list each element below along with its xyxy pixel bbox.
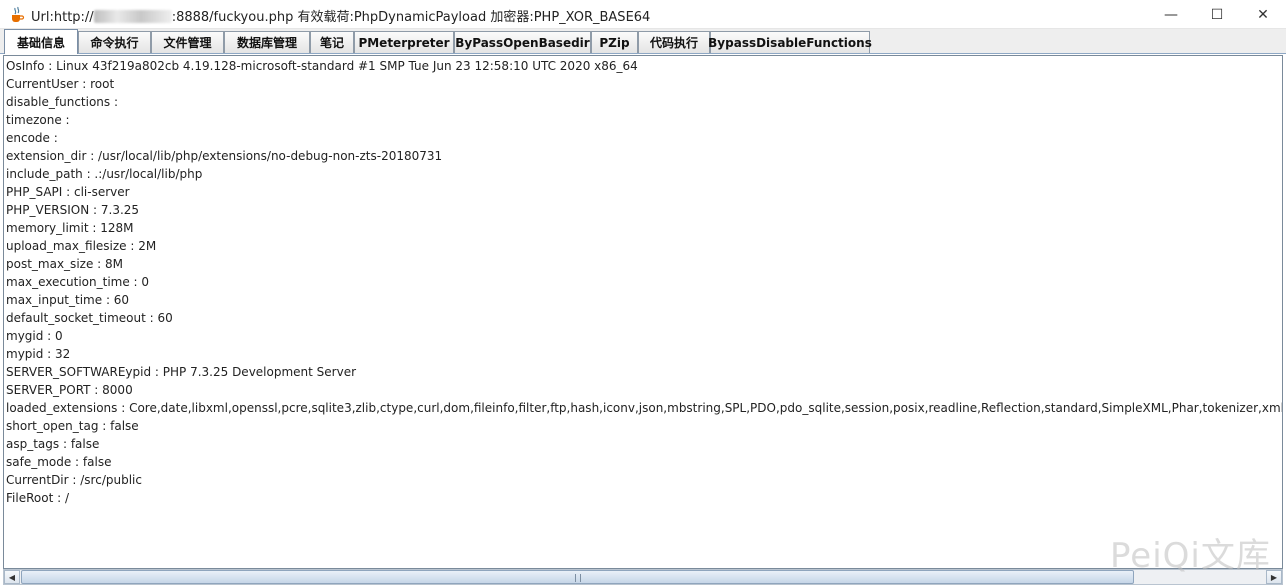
tab-label: 笔记 <box>319 36 344 50</box>
tab-pzip[interactable]: PZip <box>591 31 638 53</box>
info-line: timezone : <box>6 113 70 127</box>
java-cup-icon <box>12 6 25 22</box>
horizontal-scrollbar[interactable]: ◀ ▶ <box>3 569 1283 585</box>
info-line: upload_max_filesize : 2M <box>6 239 157 253</box>
tab-label: 数据库管理 <box>236 36 297 50</box>
tab-label: 基础信息 <box>16 35 65 50</box>
info-line: default_socket_timeout : 60 <box>6 311 173 325</box>
tab-file-manager[interactable]: 文件管理 <box>151 31 224 53</box>
scrollbar-thumb[interactable] <box>21 570 1134 584</box>
info-line: SERVER_SOFTWAREypid : PHP 7.3.25 Develop… <box>6 365 357 379</box>
info-line: FileRoot : / <box>6 491 69 505</box>
info-line: memory_limit : 128M <box>6 221 134 235</box>
info-line: OsInfo : Linux 43f219a802cb 4.19.128-mic… <box>6 59 638 73</box>
close-icon: ✕ <box>1257 6 1269 23</box>
info-line: post_max_size : 8M <box>6 257 123 271</box>
tab-label: PZip <box>599 35 630 50</box>
info-line: include_path : .:/usr/local/lib/php <box>6 167 203 181</box>
window-title-suffix: :8888/fuckyou.php 有效载荷:PhpDynamicPayload… <box>171 10 651 25</box>
info-text-area[interactable]: OsInfo : Linux 43f219a802cb 4.19.128-mic… <box>3 55 1283 569</box>
info-line: CurrentDir : /src/public <box>6 473 142 487</box>
info-line: encode : <box>6 131 58 145</box>
tab-strip: 基础信息 命令执行 文件管理 数据库管理 笔记 PMeterpreter ByP… <box>0 29 1286 54</box>
window-title: Url:http:// :8888/fuckyou.php 有效载荷:PhpDyn… <box>31 6 650 25</box>
tab-pmeterpreter[interactable]: PMeterpreter <box>354 31 454 53</box>
info-line: loaded_extensions : Core,date,libxml,ope… <box>6 401 1283 415</box>
redacted-host <box>93 10 172 23</box>
watermark: PeiQi文库 <box>1110 536 1271 576</box>
info-line: safe_mode : false <box>6 455 112 469</box>
info-line: CurrentUser : root <box>6 77 115 91</box>
tab-command-exec[interactable]: 命令执行 <box>78 31 151 53</box>
grip-icon <box>574 574 581 582</box>
info-line: SERVER_PORT : 8000 <box>6 383 133 397</box>
tab-label: 代码执行 <box>649 36 698 50</box>
info-line: mygid : 0 <box>6 329 63 343</box>
close-button[interactable]: ✕ <box>1240 0 1286 29</box>
info-line: PHP_SAPI : cli-server <box>6 185 130 199</box>
info-line: short_open_tag : false <box>6 419 139 433</box>
minimize-icon: — <box>1164 6 1178 23</box>
tab-database-manager[interactable]: 数据库管理 <box>224 31 310 53</box>
info-line: asp_tags : false <box>6 437 100 451</box>
arrow-right-icon: ▶ <box>1270 572 1278 582</box>
info-line: PHP_VERSION : 7.3.25 <box>6 203 140 217</box>
info-line: extension_dir : /usr/local/lib/php/exten… <box>6 149 443 163</box>
minimize-button[interactable]: — <box>1148 0 1194 29</box>
window-title-prefix: Url:http:// <box>31 10 94 25</box>
window-title-bar[interactable]: Url:http:// :8888/fuckyou.php 有效载荷:PhpDyn… <box>0 0 1286 29</box>
tab-bypass-openbasedir[interactable]: ByPassOpenBasedir <box>454 31 591 53</box>
tab-bypass-disable-functions[interactable]: BypassDisableFunctions <box>708 31 872 53</box>
tab-label: ByPassOpenBasedir <box>455 35 590 50</box>
info-line: max_execution_time : 0 <box>6 275 150 289</box>
info-line: mypid : 32 <box>6 347 71 361</box>
tab-notes[interactable]: 笔记 <box>310 31 354 53</box>
tab-label: PMeterpreter <box>358 35 450 50</box>
tab-code-exec[interactable]: 代码执行 <box>638 31 710 53</box>
arrow-left-icon: ◀ <box>8 572 16 582</box>
info-line: disable_functions : <box>6 95 119 109</box>
scroll-left-button[interactable]: ◀ <box>4 570 20 584</box>
maximize-button[interactable]: ☐ <box>1194 0 1240 29</box>
tab-label: BypassDisableFunctions <box>708 35 872 50</box>
maximize-icon: ☐ <box>1210 6 1224 23</box>
info-line: max_input_time : 60 <box>6 293 130 307</box>
tab-label: 文件管理 <box>163 36 212 50</box>
tab-basic-info[interactable]: 基础信息 <box>4 29 78 54</box>
tab-label: 命令执行 <box>90 36 139 50</box>
